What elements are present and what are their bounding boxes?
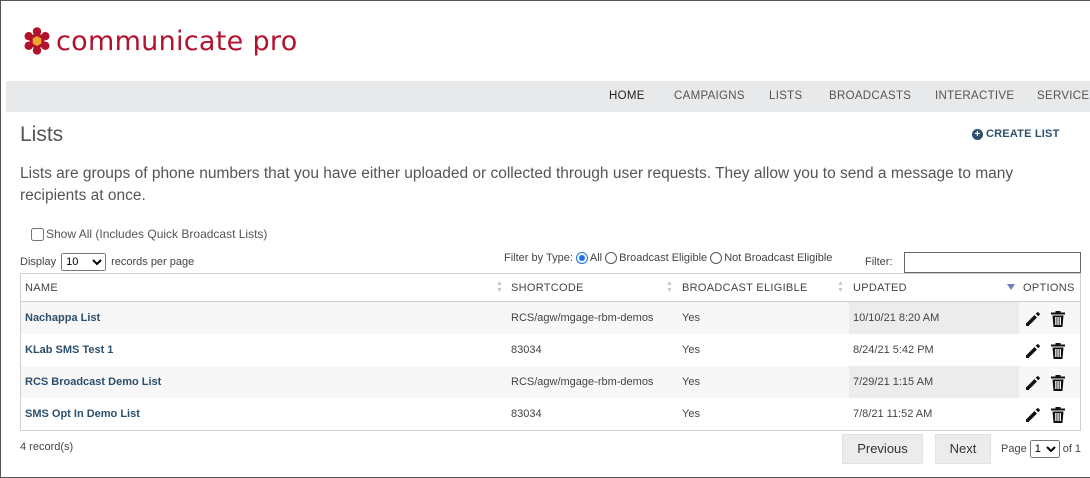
shortcode-cell: RCS/agw/mgage-rbm-demos	[511, 312, 654, 324]
table-row: SMS Opt In Demo List 83034 Yes 7/8/21 11…	[21, 398, 1080, 430]
display-suffix: records per page	[111, 256, 195, 268]
nav-item-home[interactable]: HOME	[609, 90, 645, 102]
record-count: 4 record(s)	[20, 441, 74, 453]
next-page-button[interactable]: Next	[935, 434, 991, 464]
trash-delete-icon[interactable]	[1049, 406, 1067, 424]
broadcast-eligible-cell: Yes	[682, 376, 700, 388]
trash-delete-icon[interactable]	[1049, 374, 1067, 392]
pencil-edit-icon[interactable]	[1024, 406, 1042, 424]
filter-by-type: Filter by Type: All Broadcast Eligible N…	[504, 252, 832, 264]
filter-input[interactable]	[904, 252, 1081, 273]
updated-cell: 10/10/21 8:20 AM	[853, 312, 940, 324]
shortcode-cell: 83034	[511, 408, 542, 420]
brand[interactable]: communicate pro	[22, 25, 298, 57]
updated-cell: 7/29/21 1:15 AM	[853, 376, 934, 388]
list-name-link[interactable]: Nachappa List	[25, 312, 100, 324]
updated-cell: 8/24/21 5:42 PM	[853, 344, 934, 356]
table-row: KLab SMS Test 1 83034 Yes 8/24/21 5:42 P…	[21, 334, 1080, 366]
nav-item-services[interactable]: SERVICES	[1037, 90, 1090, 102]
column-header-broadcast-eligible[interactable]: BROADCAST ELIGIBLE	[682, 282, 808, 294]
page-label: Page	[1001, 443, 1027, 455]
nav-item-lists[interactable]: LISTS	[769, 90, 802, 102]
show-all-checkbox[interactable]: Show All (Includes Quick Broadcast Lists…	[31, 227, 267, 241]
column-header-shortcode[interactable]: SHORTCODE	[511, 282, 584, 294]
column-header-options: OPTIONS	[1023, 282, 1075, 294]
lists-table: NAME ▲ ▼ SHORTCODE ▲ ▼ BROADCAST ELIGIBLE …	[20, 273, 1081, 431]
create-list-button[interactable]: + CREATE LIST	[972, 128, 1060, 140]
records-per-page-select[interactable]: 10	[61, 253, 107, 271]
display-prefix: Display	[20, 256, 57, 268]
brand-name: communicate pro	[56, 25, 298, 57]
page-description: Lists are groups of phone numbers that y…	[20, 165, 1014, 204]
broadcast-eligible-cell: Yes	[682, 312, 700, 324]
pencil-edit-icon[interactable]	[1024, 374, 1042, 392]
filter-not-broadcast-eligible-radio[interactable]	[710, 252, 723, 264]
sort-desc-icon[interactable]	[1007, 284, 1015, 290]
sort-both-icon[interactable]: ▲ ▼	[496, 280, 503, 294]
show-all-label: Show All (Includes Quick Broadcast Lists…	[46, 227, 268, 241]
column-header-updated[interactable]: UPDATED	[853, 282, 907, 294]
filter-all-label: All	[589, 252, 603, 264]
page-of-label: of 1	[1062, 443, 1082, 455]
records-per-page: Display 10 records per page	[20, 253, 194, 271]
column-header-name[interactable]: NAME	[25, 282, 58, 294]
table-header: NAME ▲ ▼ SHORTCODE ▲ ▼ BROADCAST ELIGIBLE …	[21, 274, 1080, 302]
filter-broadcast-eligible-label: Broadcast Eligible	[619, 252, 708, 264]
create-list-label: CREATE LIST	[986, 128, 1060, 140]
previous-page-button[interactable]: Previous	[842, 434, 923, 464]
filter-type-label: Filter by Type:	[504, 252, 573, 264]
nav-item-interactive[interactable]: INTERACTIVE	[935, 90, 1014, 102]
list-name-link[interactable]: RCS Broadcast Demo List	[25, 376, 161, 388]
nav-item-campaigns[interactable]: CAMPAIGNS	[674, 90, 745, 102]
list-name-link[interactable]: SMS Opt In Demo List	[25, 408, 140, 420]
pencil-edit-icon[interactable]	[1024, 310, 1042, 328]
broadcast-eligible-cell: Yes	[682, 344, 700, 356]
page-selector: Page 1 of 1	[1001, 440, 1081, 458]
show-all-checkbox-input[interactable]	[31, 227, 44, 241]
hexagon-flower-logo-icon	[24, 27, 50, 55]
updated-cell: 7/8/21 11:52 AM	[853, 408, 933, 420]
nav-item-broadcasts[interactable]: BROADCASTS	[829, 90, 911, 102]
main-nav: HOME CAMPAIGNS LISTS BROADCASTS INTERACT…	[6, 81, 1090, 112]
table-row: Nachappa List RCS/agw/mgage-rbm-demos Ye…	[21, 302, 1080, 334]
broadcast-eligible-cell: Yes	[682, 408, 700, 420]
filter-all-radio[interactable]	[575, 252, 588, 264]
filter-broadcast-eligible-radio[interactable]	[605, 252, 618, 264]
plus-circle-icon: +	[972, 128, 983, 140]
table-row: RCS Broadcast Demo List RCS/agw/mgage-rb…	[21, 366, 1080, 398]
sort-both-icon[interactable]: ▲ ▼	[837, 280, 844, 294]
pencil-edit-icon[interactable]	[1024, 342, 1042, 360]
list-name-link[interactable]: KLab SMS Test 1	[25, 344, 113, 356]
shortcode-cell: RCS/agw/mgage-rbm-demos	[511, 376, 654, 388]
shortcode-cell: 83034	[511, 344, 542, 356]
page-title: Lists	[20, 123, 64, 146]
filter-not-broadcast-eligible-label: Not Broadcast Eligible	[724, 252, 833, 264]
page-select[interactable]: 1	[1029, 440, 1060, 458]
filter-label: Filter:	[865, 256, 893, 268]
trash-delete-icon[interactable]	[1049, 310, 1067, 328]
sort-both-icon[interactable]: ▲ ▼	[666, 280, 673, 294]
trash-delete-icon[interactable]	[1049, 342, 1067, 360]
